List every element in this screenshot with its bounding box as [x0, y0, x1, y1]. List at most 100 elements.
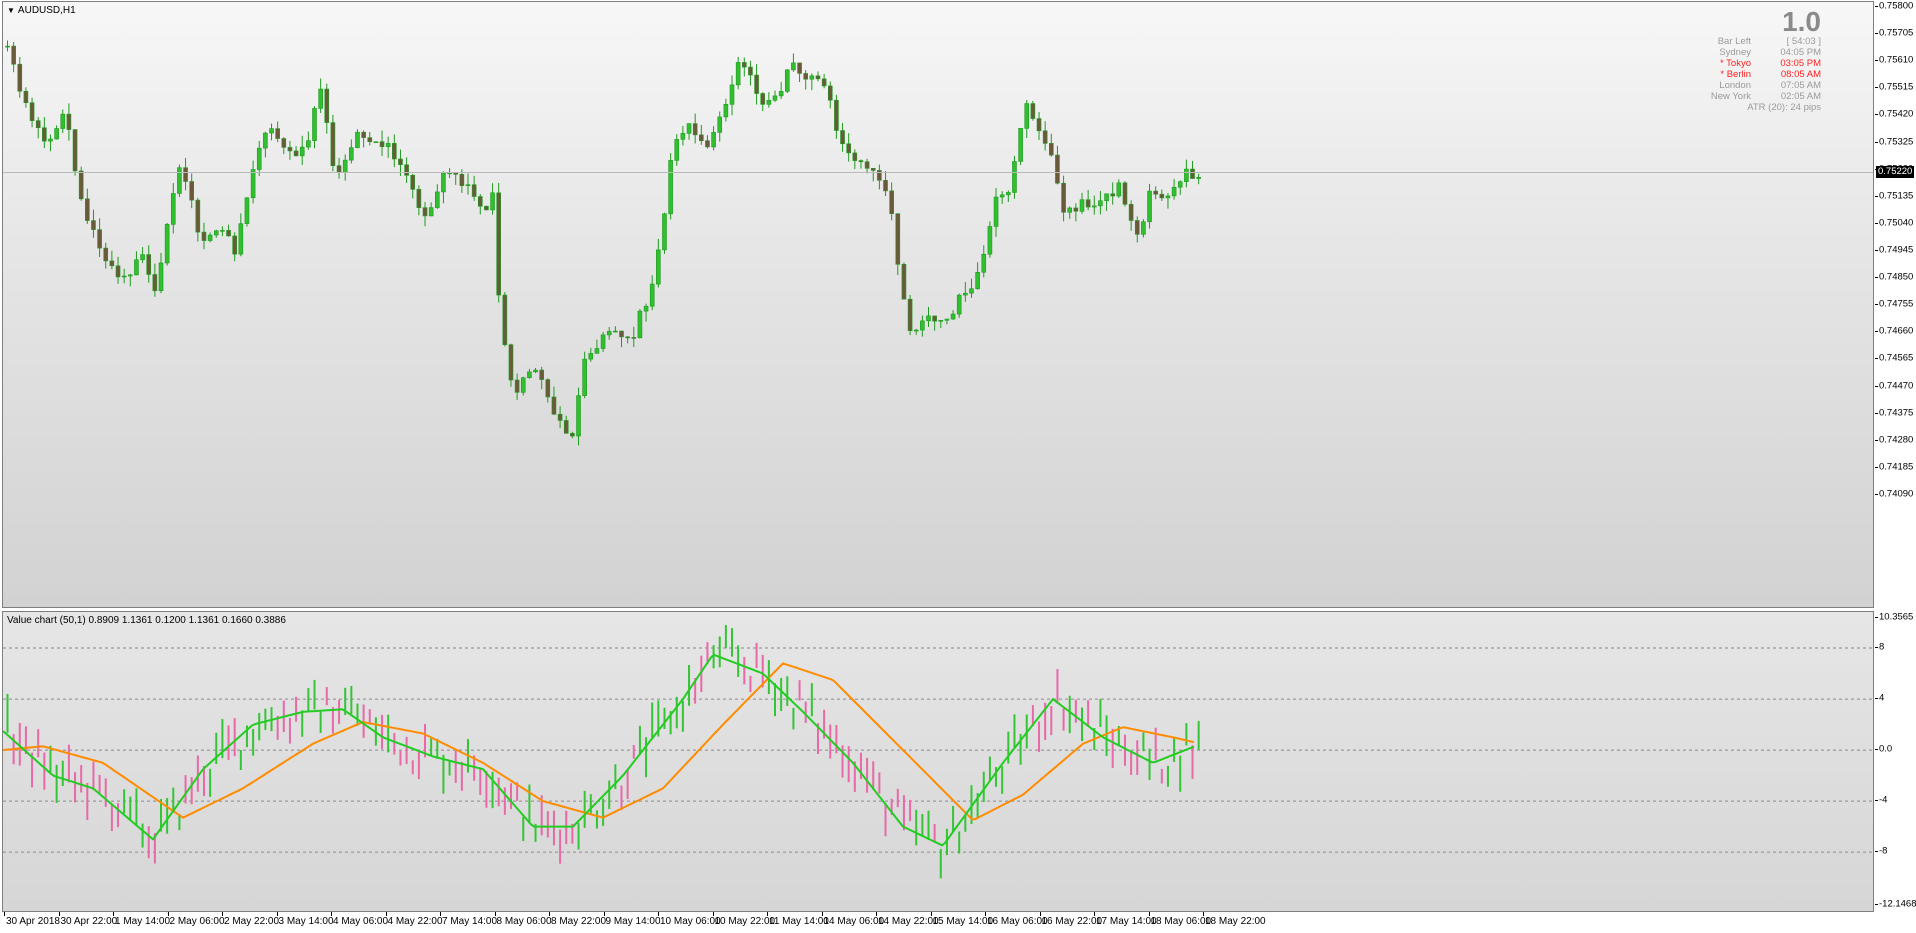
price-axis-label: 0.74850 — [1879, 271, 1914, 283]
candle — [570, 431, 575, 439]
price-axis-tick — [1875, 304, 1878, 306]
candle — [416, 185, 422, 216]
price-axis-label: 0.74755 — [1879, 298, 1914, 310]
time-axis-tick — [1203, 912, 1204, 916]
candle — [533, 368, 538, 374]
candle — [342, 154, 348, 181]
time-axis-tick — [167, 912, 169, 916]
dropdown-arrow-icon[interactable]: ▼ — [7, 6, 15, 15]
price-axis-tick — [1875, 439, 1878, 441]
candle — [582, 351, 587, 399]
time-axis-label: 30 Apr 2018 — [6, 916, 60, 927]
candle — [1061, 175, 1066, 222]
price-axis-label: 0.74470 — [1879, 380, 1914, 392]
candle — [1036, 112, 1042, 140]
candle — [920, 315, 925, 337]
candle — [784, 69, 790, 94]
time-axis-label: 7 May 14:00 — [442, 916, 498, 927]
candle — [705, 135, 710, 149]
candle — [1055, 145, 1060, 185]
candle — [447, 168, 452, 179]
candle — [299, 135, 305, 165]
candle — [1134, 216, 1140, 243]
time-axis-label: 8 May 22:00 — [551, 916, 607, 927]
time-axis[interactable]: 30 Apr 2018 30 Apr 22:00 1 May 14:00 2 May … — [2, 912, 1874, 933]
indicator-pane[interactable]: Value chart (50,1) 0.8909 1.1361 0.1200 … — [2, 611, 1874, 912]
info-row-key: London — [1719, 80, 1751, 91]
time-axis-tick — [1148, 912, 1150, 916]
candle — [465, 173, 471, 195]
candle — [91, 209, 96, 238]
candle — [1018, 128, 1023, 166]
candle — [600, 331, 606, 353]
candle — [256, 140, 262, 177]
candle — [631, 326, 637, 347]
candle — [146, 245, 152, 283]
candle — [999, 191, 1005, 204]
price-axis-label: 0.74090 — [1879, 488, 1914, 500]
time-axis-label: 16 May 22:00 — [1041, 916, 1103, 927]
candle — [201, 222, 207, 250]
candle — [625, 335, 630, 344]
time-axis-tick — [549, 912, 550, 916]
info-row: Sydney 04:05 PM — [1681, 47, 1821, 58]
candle — [1116, 179, 1122, 198]
candle — [594, 339, 600, 354]
info-row: Bar Left [ 54:03 ] — [1681, 36, 1821, 47]
time-axis-label: 17 May 14:00 — [1096, 916, 1157, 927]
candle — [1153, 186, 1158, 200]
candle — [1110, 182, 1115, 205]
info-row-value: [ 54:03 ] — [1786, 36, 1821, 47]
time-axis-tick — [113, 912, 114, 916]
price-axis-tick — [1875, 358, 1878, 360]
time-axis-tick — [276, 912, 278, 916]
candle — [263, 131, 268, 158]
candle — [846, 133, 851, 162]
candle — [1067, 206, 1073, 219]
candle — [993, 187, 999, 237]
price-axis-tick — [1875, 250, 1878, 251]
time-axis-label: 18 May 22:00 — [1205, 916, 1266, 927]
candle — [649, 275, 655, 311]
price-axis-label: 0.75800 — [1879, 0, 1914, 12]
candle — [97, 218, 102, 258]
candle — [471, 175, 477, 201]
price-axis-label: 0.75610 — [1879, 54, 1914, 66]
candle — [797, 62, 802, 83]
info-row-value: 04:05 PM — [1780, 47, 1821, 58]
main-chart-pane[interactable]: ▼ AUDUSD,H1 1.0 Bar Left [ 54:03 ] Sydney 04… — [2, 1, 1874, 608]
price-axis-tick — [1875, 494, 1878, 495]
candle — [85, 188, 90, 224]
indicator-axis[interactable]: 10.3565 8 4 0.0 -4 -8 -12.1468 — [1875, 611, 1916, 912]
time-axis-tick — [712, 912, 714, 916]
chart-symbol-title: ▼ AUDUSD,H1 — [7, 5, 76, 16]
indicator-axis-tick — [1875, 647, 1878, 649]
candle — [232, 232, 237, 262]
info-big-value: 1.0 — [1782, 6, 1821, 37]
info-row-value: 03:05 PM — [1780, 58, 1821, 69]
candle — [220, 226, 225, 237]
candle — [244, 197, 250, 227]
candle — [815, 71, 821, 82]
indicator-axis-label: -4 — [1879, 794, 1888, 806]
candle — [103, 242, 109, 269]
symbol-label: AUDUSD,H1 — [17, 5, 76, 16]
time-axis-tick — [385, 912, 387, 916]
time-axis-tick — [4, 912, 5, 916]
time-axis-label: 11 May 14:00 — [769, 916, 829, 927]
time-axis-tick — [767, 912, 768, 916]
candle — [269, 123, 274, 141]
candle — [514, 373, 520, 400]
candle — [128, 273, 133, 287]
candle — [680, 125, 686, 146]
time-axis-tick — [930, 912, 932, 916]
price-axis-label: 0.75040 — [1879, 217, 1914, 229]
price-axis-tick — [1875, 87, 1878, 89]
candle — [527, 368, 532, 379]
time-axis-label: 9 May 14:00 — [605, 916, 661, 927]
candle — [490, 183, 495, 215]
price-axis[interactable]: 0.75800 0.75705 0.75610 0.75515 0.75420 0.753… — [1875, 1, 1916, 608]
candle — [134, 251, 139, 276]
candle — [281, 137, 287, 155]
price-axis-label: 0.75325 — [1879, 136, 1914, 148]
